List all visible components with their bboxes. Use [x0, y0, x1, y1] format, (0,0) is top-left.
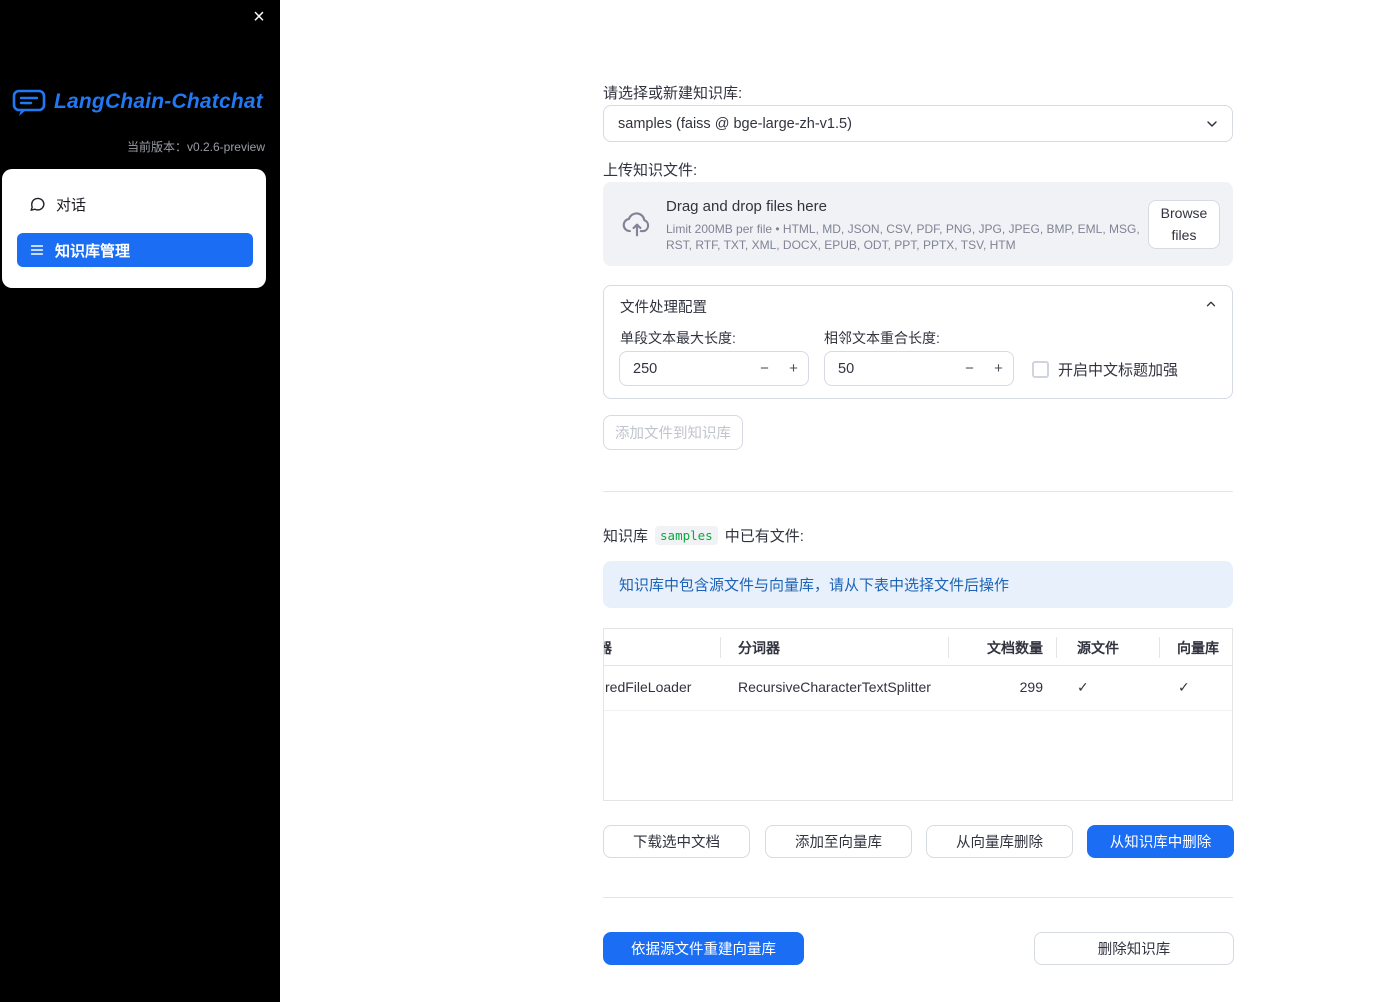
logo-text: LangChain-Chatchat — [54, 90, 263, 113]
max-length-label: 单段文本最大长度: — [620, 330, 736, 346]
delete-from-vector-button[interactable]: 从向量库删除 — [926, 825, 1073, 858]
download-selected-button[interactable]: 下载选中文档 — [603, 825, 750, 858]
kb-select-label: 请选择或新建知识库: — [603, 85, 743, 102]
existing-files-heading: 知识库 samples 中已有文件: — [603, 526, 804, 545]
file-dropzone[interactable]: Drag and drop files here Limit 200MB per… — [603, 182, 1233, 266]
overlap-length-stepper[interactable]: 50 − + — [824, 351, 1014, 386]
divider — [603, 897, 1233, 898]
sidebar-close-icon[interactable]: × — [246, 4, 272, 30]
delete-from-kb-button[interactable]: 从知识库中删除 — [1087, 825, 1234, 858]
minus-button[interactable]: − — [750, 352, 779, 385]
col-splitter-header: 分词器 — [738, 640, 780, 656]
cell-loader-clipped: redFileLoader — [605, 679, 692, 695]
list-icon — [29, 242, 45, 258]
column-divider — [1056, 637, 1057, 658]
file-config-title: 文件处理配置 — [620, 300, 707, 316]
files-table: 器 分词器 文档数量 源文件 向量库 redFileLoader Recursi… — [603, 628, 1233, 801]
cell-doc-count: 299 — [1019, 679, 1043, 695]
kb-name-code: samples — [655, 526, 718, 545]
table-row[interactable]: redFileLoader RecursiveCharacterTextSpli… — [604, 666, 1232, 711]
max-length-value: 250 — [633, 360, 658, 377]
plus-button[interactable]: + — [779, 352, 808, 385]
sidebar-item-knowledge-base[interactable]: 知识库管理 — [17, 233, 253, 267]
overlap-length-label: 相邻文本重合长度: — [824, 330, 940, 346]
app-window: × LangChain-Chatchat 当前版本：v0.2.6-preview — [0, 0, 1380, 1002]
logo-chat-icon — [12, 87, 46, 117]
file-config-expander-header[interactable]: 文件处理配置 — [604, 286, 1232, 322]
chevron-up-icon — [1204, 297, 1218, 311]
zh-title-enhance-label: 开启中文标题加强 — [1058, 362, 1179, 379]
file-config-expander: 文件处理配置 单段文本最大长度: 相邻文本重合长度: 250 − + 50 − … — [603, 285, 1233, 399]
minus-button[interactable]: − — [955, 352, 984, 385]
sidebar: × LangChain-Chatchat 当前版本：v0.2.6-preview — [0, 0, 280, 1002]
sidebar-item-label: 知识库管理 — [55, 242, 131, 260]
cell-splitter: RecursiveCharacterTextSplitter — [738, 679, 931, 695]
col-count-header: 文档数量 — [987, 640, 1043, 656]
cell-source-check: ✓ — [1077, 679, 1089, 695]
max-length-stepper[interactable]: 250 − + — [619, 351, 809, 386]
dropzone-title: Drag and drop files here — [666, 198, 827, 215]
sidebar-item-label: 对话 — [56, 196, 87, 214]
app-logo: LangChain-Chatchat — [12, 87, 263, 117]
plus-button[interactable]: + — [984, 352, 1013, 385]
column-divider — [1159, 637, 1160, 658]
info-banner: 知识库中包含源文件与向量库，请从下表中选择文件后操作 — [603, 561, 1233, 608]
cloud-upload-icon — [620, 207, 654, 241]
kb-select[interactable]: samples (faiss @ bge-large-zh-v1.5) — [603, 105, 1233, 142]
rebuild-vector-button[interactable]: 依据源文件重建向量库 — [603, 932, 804, 965]
table-header-row: 器 分词器 文档数量 源文件 向量库 — [604, 629, 1232, 666]
col-source-header: 源文件 — [1077, 640, 1119, 656]
divider — [603, 491, 1233, 492]
add-files-to-kb-button[interactable]: 添加文件到知识库 — [603, 415, 743, 450]
col-loader-header-clipped: 器 — [604, 638, 612, 658]
dropzone-hint: Limit 200MB per file • HTML, MD, JSON, C… — [666, 222, 1140, 252]
delete-kb-button[interactable]: 删除知识库 — [1034, 932, 1234, 965]
browse-files-button[interactable]: Browse files — [1148, 200, 1220, 249]
chevron-down-icon — [1204, 116, 1220, 132]
sidebar-menu-card: 对话 知识库管理 — [2, 169, 266, 288]
chat-bubble-icon — [29, 196, 46, 213]
add-to-vector-button[interactable]: 添加至向量库 — [765, 825, 912, 858]
overlap-length-value: 50 — [838, 360, 855, 377]
column-divider — [720, 637, 721, 658]
zh-title-enhance-checkbox[interactable]: 开启中文标题加强 — [1032, 359, 1178, 380]
cell-vector-check: ✓ — [1178, 679, 1190, 695]
kb-select-value: samples (faiss @ bge-large-zh-v1.5) — [618, 115, 852, 132]
checkbox-icon — [1032, 361, 1049, 378]
col-vector-header: 向量库 — [1177, 640, 1219, 656]
sidebar-item-chat[interactable]: 对话 — [17, 187, 253, 221]
version-text: 当前版本：v0.2.6-preview — [126, 140, 265, 154]
upload-label: 上传知识文件: — [603, 162, 698, 179]
